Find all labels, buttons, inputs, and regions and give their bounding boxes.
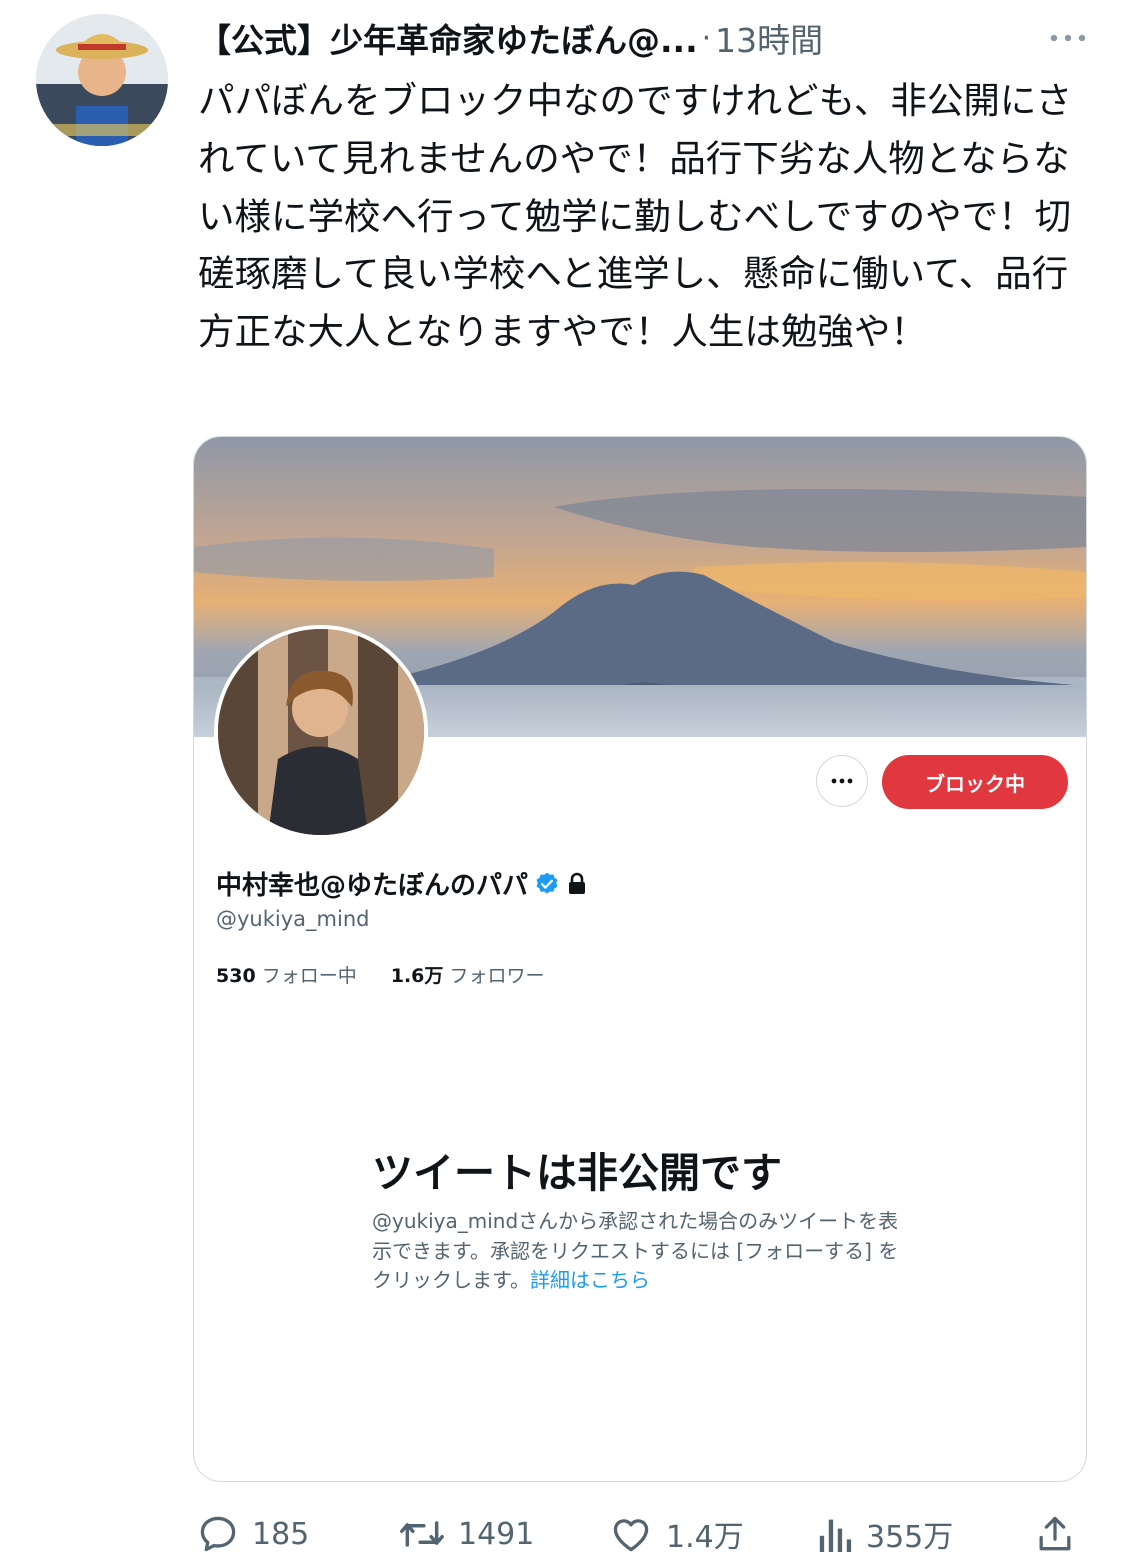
- reply-count: 185: [252, 1516, 310, 1552]
- more-icon: [831, 778, 853, 784]
- tweet-action-bar: 185 1491 1.4万 355万: [190, 1508, 1090, 1560]
- private-description: @yukiya_mindさんから承認された場合のみツイートを表示できます。承認を…: [372, 1207, 912, 1296]
- retweet-count: 1491: [458, 1516, 535, 1552]
- more-icon[interactable]: [1045, 28, 1091, 48]
- like-button[interactable]: 1.4万: [608, 1508, 744, 1560]
- follow-stats: 530 フォロー中 1.6万 フォロワー: [216, 961, 544, 988]
- reply-button[interactable]: 185: [196, 1508, 309, 1560]
- following-stat[interactable]: 530 フォロー中: [216, 961, 357, 988]
- profile-name[interactable]: 中村幸也@ゆたぼんのパパ: [216, 865, 528, 902]
- tweet-text: パパぼんをブロック中なのですけれども、非公開にされていて見れませんのやで！品行下…: [198, 79, 1073, 354]
- private-title: ツイートは非公開です: [372, 1149, 782, 1197]
- followers-stat[interactable]: 1.6万 フォロワー: [391, 961, 545, 988]
- like-icon: [613, 1519, 649, 1552]
- profile-more-button[interactable]: [816, 755, 868, 807]
- share-icon: [1039, 1516, 1071, 1551]
- profile-handle: @yukiya_mind: [216, 907, 370, 931]
- like-count: 1.4万: [666, 1520, 744, 1555]
- retweet-icon: [400, 1521, 444, 1547]
- following-label: フォロー中: [261, 965, 357, 987]
- followers-label: フォロワー: [449, 965, 545, 987]
- followers-count: 1.6万: [390, 965, 444, 987]
- following-count: 530: [216, 965, 256, 987]
- views-icon: [819, 1519, 852, 1552]
- tweet-time[interactable]: 13時間: [715, 14, 823, 62]
- lock-icon: [569, 872, 586, 894]
- separator: ·: [701, 20, 712, 56]
- share-button[interactable]: [1036, 1508, 1074, 1560]
- profile-name-row: 中村幸也@ゆたぼんのパパ: [216, 865, 588, 902]
- retweet-button[interactable]: 1491: [398, 1508, 534, 1560]
- tweet-header: 【公式】少年革命家ゆたぼん@... · 13時間: [198, 12, 1091, 64]
- profile-card[interactable]: ブロック中 中村幸也@ゆたぼんのパパ @yukiya_mind 530 フォロー…: [193, 436, 1087, 1482]
- author-avatar[interactable]: [36, 14, 168, 146]
- profile-avatar[interactable]: [214, 625, 428, 839]
- blocked-button[interactable]: ブロック中: [882, 755, 1068, 809]
- verified-badge-icon: [536, 872, 558, 894]
- learn-more-link[interactable]: 詳細はこちら: [530, 1268, 650, 1292]
- views-button[interactable]: 355万: [818, 1508, 953, 1560]
- reply-icon: [200, 1516, 236, 1552]
- author-name[interactable]: 【公式】少年革命家ゆたぼん@...: [198, 14, 698, 62]
- views-count: 355万: [866, 1520, 954, 1555]
